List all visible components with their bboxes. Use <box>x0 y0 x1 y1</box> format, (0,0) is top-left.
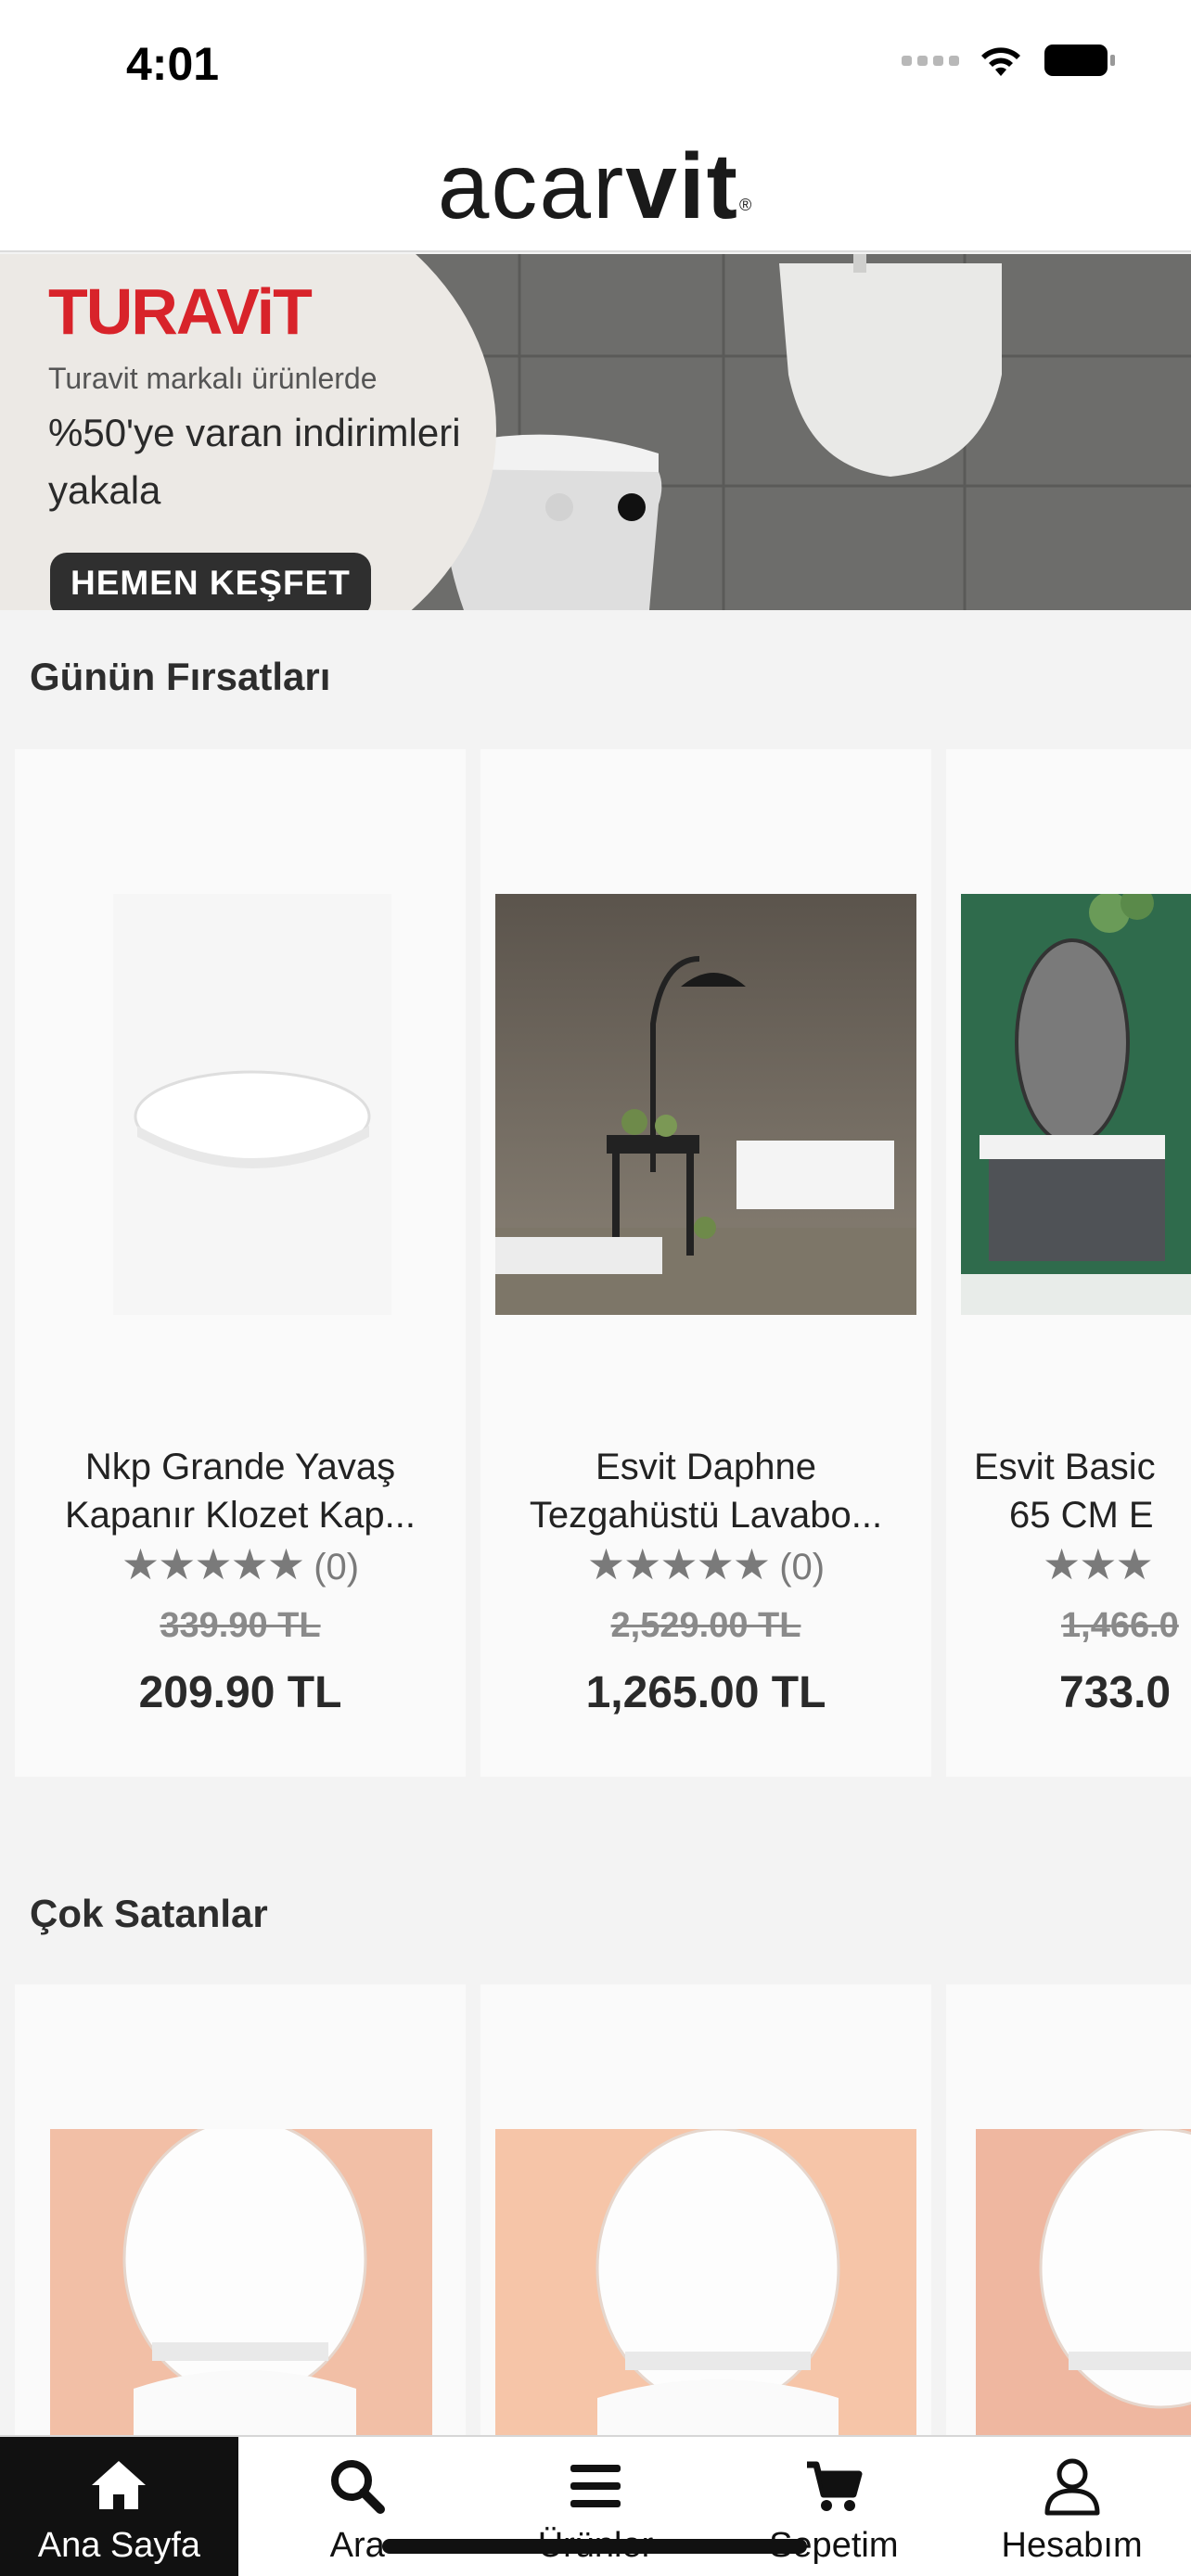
section-title-bestsellers: Çok Satanlar <box>30 1892 268 1935</box>
product-image <box>976 2129 1191 2435</box>
product-old-price: 2,529.00 TL <box>610 1606 801 1645</box>
app-header: acarvit® <box>0 130 1191 252</box>
product-card[interactable]: Nkp Grande Yavaş Kapanır Klozet Kap... ★… <box>15 749 466 1777</box>
user-icon <box>1044 2458 1100 2516</box>
home-indicator <box>382 2539 807 2554</box>
star-rating-icon: ★★★★★ <box>586 1540 771 1588</box>
deals-carousel[interactable]: Nkp Grande Yavaş Kapanır Klozet Kap... ★… <box>0 749 1191 1779</box>
tab-home[interactable]: Ana Sayfa <box>0 2437 238 2576</box>
carousel-dot-active[interactable] <box>618 493 646 521</box>
product-card[interactable] <box>480 1984 931 2435</box>
product-price: 1,265.00 TL <box>585 1668 826 1717</box>
product-image <box>495 894 916 1315</box>
product-old-price: 339.90 TL <box>160 1606 321 1645</box>
product-rating: ★★★★★ (0) <box>586 1540 826 1588</box>
product-rating: ★★★★★ (0) <box>121 1540 360 1588</box>
tab-cart[interactable]: Sepetim <box>714 2437 953 2576</box>
bottom-tab-bar: Ana Sayfa Ara Ürünler Sepetim Hesabım <box>0 2435 1191 2576</box>
product-old-price: 1,466.0 <box>1061 1606 1179 1645</box>
search-icon <box>331 2460 386 2514</box>
bestsellers-carousel[interactable] <box>0 1984 1191 2435</box>
turavit-logo: TURAViT <box>48 275 313 348</box>
banner-subtitle: Turavit markalı ürünlerde <box>48 362 378 395</box>
promo-banner[interactable]: TURAViT Turavit markalı ürünlerde %50'ye… <box>0 254 1191 610</box>
product-image <box>961 894 1191 1315</box>
product-image <box>30 894 451 1315</box>
product-title[interactable]: Nkp Grande Yavaş Kapanır Klozet Kap... <box>33 1443 447 1539</box>
product-price: 209.90 TL <box>138 1668 342 1717</box>
product-card[interactable]: Esvit Basic 65 CM E ★★★ 1,466.0 733.0 <box>946 749 1191 1777</box>
tab-account[interactable]: Hesabım <box>953 2437 1191 2576</box>
status-icons <box>902 43 1117 78</box>
product-image <box>50 2129 432 2435</box>
star-rating-icon: ★★★ <box>1043 1540 1154 1588</box>
home-icon <box>92 2461 147 2509</box>
tab-products[interactable]: Ürünler <box>477 2437 715 2576</box>
cellular-signal-icon <box>902 55 959 66</box>
acarvit-logo[interactable]: acarvit® <box>0 135 1191 237</box>
tab-account-label: Hesabım <box>1001 2526 1143 2565</box>
product-title[interactable]: Esvit Basic 65 CM E <box>974 1443 1191 1539</box>
cart-icon <box>806 2461 863 2511</box>
tab-home-label: Ana Sayfa <box>37 2526 201 2565</box>
product-card[interactable] <box>946 1984 1191 2435</box>
product-title[interactable]: Esvit Daphne Tezgahüstü Lavabo... <box>499 1443 913 1539</box>
wifi-icon <box>981 47 1020 76</box>
product-card[interactable] <box>15 1984 466 2435</box>
menu-icon <box>570 2465 621 2507</box>
product-price: 733.0 <box>1059 1668 1172 1717</box>
tab-search[interactable]: Ara <box>238 2437 477 2576</box>
carousel-dot[interactable] <box>545 493 573 521</box>
product-image <box>495 2129 916 2435</box>
section-title-deals: Günün Fırsatları <box>30 655 331 698</box>
status-time: 4:01 <box>126 38 220 90</box>
banner-headline: %50'ye varan indirimleri yakala <box>48 411 461 512</box>
star-rating-icon: ★★★★★ <box>121 1540 305 1588</box>
battery-icon <box>1044 45 1115 76</box>
product-rating: ★★★ <box>1043 1539 1191 1589</box>
product-card[interactable]: Esvit Daphne Tezgahüstü Lavabo... ★★★★★ … <box>480 749 931 1777</box>
banner-cta-button[interactable]: HEMEN KEŞFET <box>50 553 371 610</box>
status-bar: 4:01 <box>0 0 1191 130</box>
